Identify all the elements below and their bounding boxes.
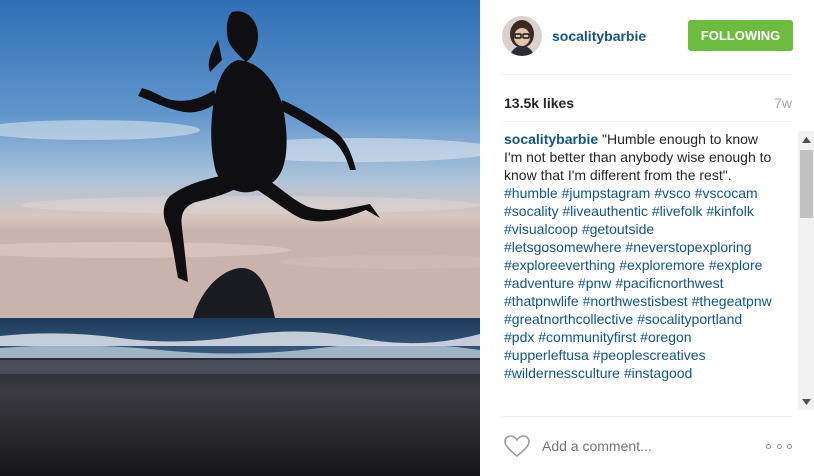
hashtag-link[interactable]: #greatnorthcollective [504,311,633,327]
hashtag-link[interactable]: #vsco [654,185,691,201]
more-dot [776,443,782,449]
scrollbar-thumb[interactable] [800,150,813,218]
caption-scroll-area[interactable]: socalitybarbie "Humble enough to know I'… [504,130,796,410]
hashtag-link[interactable]: #wildernessculture [504,365,620,381]
heart-icon[interactable] [502,433,532,459]
hashtag-link[interactable]: #pnw [578,275,611,291]
hashtag-link[interactable]: #pacificnorthwest [615,275,723,291]
more-dot [766,443,771,449]
hashtag-link[interactable]: #peoplescreatives [593,347,706,363]
hashtag-link[interactable]: #livefolk [652,203,703,219]
hashtag-link[interactable]: #letsgosomewhere [504,239,622,255]
hashtag-link[interactable]: #explore [709,257,763,273]
add-comment-input[interactable] [542,438,732,454]
caption-author-link[interactable]: socalitybarbie [504,131,598,147]
hashtag-link[interactable]: #adventure [504,275,574,291]
hashtag-link[interactable]: #instagood [624,365,693,381]
likes-count[interactable]: 13.5k likes [504,95,574,111]
post-header: socalitybarbie FOLLOWING [502,14,793,58]
hashtag-link[interactable]: #socalityportland [637,311,742,327]
scroll-up-icon[interactable] [798,131,814,148]
header-divider [502,74,792,75]
more-options-icon[interactable] [766,438,792,454]
username-link[interactable]: socalitybarbie [552,28,646,44]
hashtag-link[interactable]: #northwestisbest [583,293,688,309]
likes-row: 13.5k likes 7w [504,94,792,112]
hashtag-link[interactable]: #getoutside [582,221,654,237]
hashtag-link[interactable]: #liveauthentic [562,203,648,219]
comment-row [502,430,792,462]
hashtag-link[interactable]: #vscocam [695,185,758,201]
hashtag-list: #humble #jumpstagram #vsco #vscocam #soc… [504,185,772,381]
following-button[interactable]: FOLLOWING [688,20,793,51]
caption: socalitybarbie "Humble enough to know I'… [504,130,774,382]
hashtag-link[interactable]: #visualcoop [504,221,578,237]
post-age[interactable]: 7w [774,95,792,111]
hashtag-link[interactable]: #jumpstagram [562,185,651,201]
hashtag-link[interactable]: #socality [504,203,558,219]
avatar[interactable] [502,16,542,56]
hashtag-link[interactable]: #pdx [504,329,534,345]
hashtag-link[interactable]: #oregon [640,329,691,345]
hashtag-link[interactable]: #thatpnwlife [504,293,579,309]
scroll-down-icon[interactable] [798,393,814,410]
hashtag-link[interactable]: #exploremore [619,257,705,273]
hashtag-link[interactable]: #thegeatpnw [692,293,772,309]
hashtag-link[interactable]: #upperleftusa [504,347,589,363]
hashtag-link[interactable]: #kinfolk [706,203,753,219]
hashtag-link[interactable]: #neverstopexploring [625,239,751,255]
hashtag-link[interactable]: #communityfirst [538,329,636,345]
hashtag-link[interactable]: #exploreeverthing [504,257,615,273]
likes-divider [502,121,792,122]
hashtag-link[interactable]: #humble [504,185,558,201]
post-details-panel: socalitybarbie FOLLOWING 13.5k likes 7w … [480,0,814,476]
caption-scrollbar[interactable] [798,131,814,410]
post-photo[interactable] [0,0,480,476]
more-dot [787,443,792,449]
comment-divider [502,416,792,417]
